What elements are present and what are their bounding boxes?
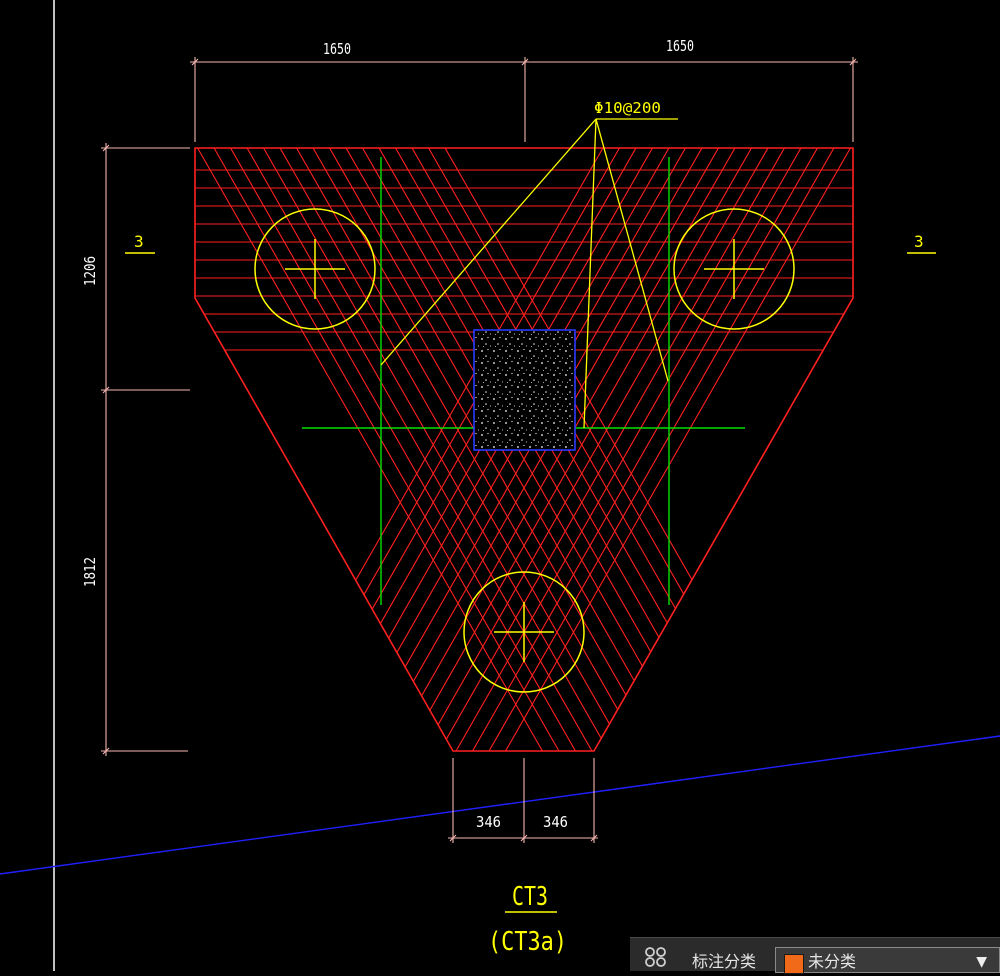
dim-top-right[interactable]: 1650: [666, 37, 694, 55]
section-mark-right-text: 3: [914, 232, 924, 251]
background-blue-line: [0, 735, 1000, 875]
category-label: 标注分类: [692, 952, 757, 971]
annotation-panel: 标注分类 未分类 ▼: [630, 937, 1000, 974]
pile-right: [673, 208, 795, 330]
cap-label-main: CT3: [512, 882, 548, 912]
rebar-diagonal-right: [405, 148, 757, 751]
dim-bottom-right[interactable]: 346: [543, 813, 568, 831]
category-select[interactable]: 未分类 ▼: [775, 947, 1000, 974]
pile-left: [254, 208, 376, 330]
rebar-note[interactable]: Φ10@200: [594, 99, 661, 117]
section-mark-left[interactable]: 3: [125, 232, 155, 254]
chevron-down-icon: ▼: [976, 954, 987, 970]
dim-top-left[interactable]: 1650: [323, 40, 351, 58]
cap-label[interactable]: CT3 (CT3a): [488, 882, 567, 957]
rebar-diagonal-left: [291, 148, 643, 751]
rebar-diagonal-left: [407, 148, 758, 751]
grid-icon[interactable]: [642, 946, 670, 968]
column-section[interactable]: [473, 329, 576, 451]
rebar-diagonal-right: [290, 148, 641, 751]
category-color-swatch: [784, 954, 804, 974]
cad-viewport[interactable]: Φ10@200 1650 1650 1206 1812 346 346 3 3 …: [0, 0, 1000, 974]
category-value: 未分类: [808, 952, 857, 971]
pile-bottom: [463, 571, 585, 693]
dim-left-lower[interactable]: 1812: [81, 557, 99, 587]
dim-bottom-left[interactable]: 346: [476, 813, 501, 831]
section-mark-right[interactable]: 3: [907, 232, 936, 254]
section-mark-left-text: 3: [134, 232, 144, 251]
dim-left-upper[interactable]: 1206: [81, 256, 99, 286]
cap-label-alt: (CT3a): [488, 927, 567, 957]
